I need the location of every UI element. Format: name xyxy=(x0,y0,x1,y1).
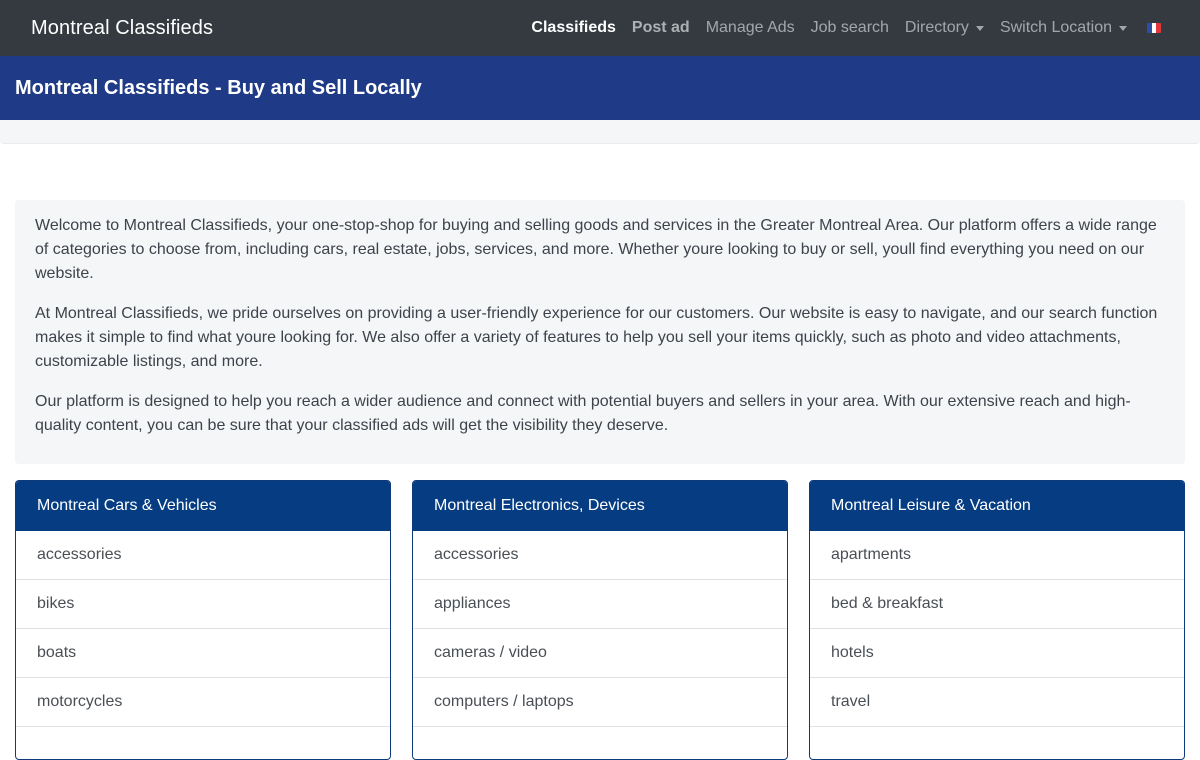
nav-links: Classifieds Post ad Manage Ads Job searc… xyxy=(531,0,1161,56)
category-link[interactable]: travel xyxy=(810,678,1184,727)
nav-link-manage-ads[interactable]: Manage Ads xyxy=(706,19,795,37)
category-link[interactable]: hotels xyxy=(810,629,1184,678)
category-card-title[interactable]: Montreal Electronics, Devices xyxy=(413,481,787,531)
intro-paragraph: Our platform is designed to help you rea… xyxy=(35,393,1131,434)
header-sub-band xyxy=(0,120,1200,144)
category-link[interactable]: bikes xyxy=(16,580,390,629)
nav-link-job-search[interactable]: Job search xyxy=(811,19,889,37)
category-link[interactable]: cameras / video xyxy=(413,629,787,678)
page-title: Montreal Classifieds - Buy and Sell Loca… xyxy=(15,76,422,99)
intro-paragraph: Welcome to Montreal Classifieds, your on… xyxy=(35,217,1157,282)
caret-down-icon xyxy=(975,25,984,31)
caret-down-icon xyxy=(1119,25,1127,31)
top-navbar: Montreal Classifieds Classifieds Post ad… xyxy=(0,0,1200,56)
category-card-title[interactable]: Montreal Leisure & Vacation xyxy=(810,481,1184,531)
nav-link-classifieds[interactable]: Classifieds xyxy=(531,19,615,37)
nav-dropdown-switch-location-label: Switch Location xyxy=(999,19,1112,36)
brand-logo-link[interactable]: Montreal Classifieds xyxy=(31,17,213,40)
category-link[interactable]: accessories xyxy=(16,531,390,580)
nav-dropdown-switch-location[interactable]: Switch Location xyxy=(1000,19,1127,37)
language-switch-link[interactable] xyxy=(1143,23,1161,33)
category-link[interactable]: appliances xyxy=(413,580,787,629)
category-card-electronics-devices: Montreal Electronics, Devices accessorie… xyxy=(412,480,788,760)
category-cards: Montreal Cars & Vehicles accessories bik… xyxy=(15,480,1185,760)
intro-section: Welcome to Montreal Classifieds, your on… xyxy=(15,200,1185,464)
flag-france-icon xyxy=(1147,23,1161,33)
category-link[interactable]: accessories xyxy=(413,531,787,580)
page-header: Montreal Classifieds - Buy and Sell Loca… xyxy=(0,56,1200,120)
category-link[interactable]: apartments xyxy=(810,531,1184,580)
category-link[interactable]: bed & breakfast xyxy=(810,580,1184,629)
nav-dropdown-directory-label: Directory xyxy=(904,19,969,36)
intro-paragraph: At Montreal Classifieds, we pride oursel… xyxy=(35,305,1158,370)
category-card-cars-vehicles: Montreal Cars & Vehicles accessories bik… xyxy=(15,480,391,760)
nav-link-post-ad[interactable]: Post ad xyxy=(632,19,690,37)
category-card-title[interactable]: Montreal Cars & Vehicles xyxy=(16,481,390,531)
category-card-leisure-vacation: Montreal Leisure & Vacation apartments b… xyxy=(809,480,1185,760)
nav-dropdown-directory[interactable]: Directory xyxy=(905,19,984,37)
category-link[interactable]: motorcycles xyxy=(16,678,390,727)
category-link[interactable]: computers / laptops xyxy=(413,678,787,727)
category-link[interactable]: boats xyxy=(16,629,390,678)
